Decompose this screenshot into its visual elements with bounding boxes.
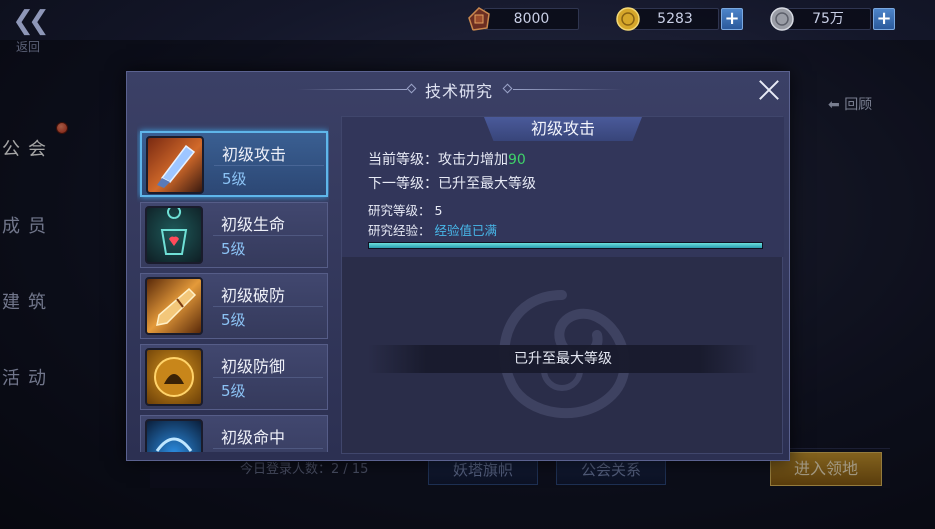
research-progress-fill: [369, 243, 762, 248]
tech-research-dialog: 技术研究 初级攻击 5级 初级生命 5级 初级破防 5级 初级防御 5级 初级命…: [126, 71, 790, 461]
resource-gold-value: 5283: [631, 8, 719, 30]
add-silver-button[interactable]: +: [873, 8, 895, 30]
current-level-value: 90: [508, 152, 526, 168]
resource-silver-value: 75万: [785, 8, 871, 30]
research-item-armor-break[interactable]: 初级破防 5级: [140, 273, 328, 339]
sword-blade-icon: [146, 136, 204, 194]
research-item-name: 初级生命: [221, 215, 286, 234]
target-aim-icon: [145, 419, 203, 452]
add-gold-button[interactable]: +: [721, 8, 743, 30]
research-level-value: 5: [434, 203, 443, 218]
resource-stamina: 8000: [466, 7, 581, 31]
research-item-accuracy[interactable]: 初级命中 5级: [140, 415, 328, 452]
research-item-health[interactable]: 初级生命 5级: [140, 202, 328, 268]
heart-body-icon: [145, 206, 203, 264]
research-item-defense[interactable]: 初级防御 5级: [140, 344, 328, 410]
research-item-level: 5级: [221, 311, 246, 329]
item-divider: [213, 306, 323, 307]
next-level-line: 下一等级：已升至最大等级: [368, 176, 536, 192]
research-item-name: 初级防御: [221, 357, 286, 376]
research-list[interactable]: 初级攻击 5级 初级生命 5级 初级破防 5级 初级防御 5级 初级命中: [137, 118, 329, 452]
research-item-name: 初级破防: [221, 286, 286, 305]
broken-blade-icon: [145, 277, 203, 335]
research-item-level: 5级: [222, 170, 247, 188]
research-item-name: 初级攻击: [222, 145, 287, 164]
research-item-level: 5级: [221, 451, 246, 452]
research-exp-value: 经验值已满: [434, 223, 498, 238]
research-progress-bar: [368, 242, 763, 249]
research-item-level: 5级: [221, 382, 246, 400]
detail-title-tab: 初级攻击: [484, 117, 642, 141]
double-chevron-left-icon: ❮❮: [12, 6, 50, 36]
item-divider: [213, 448, 323, 449]
research-item-name: 初级命中: [221, 428, 286, 447]
resource-gold: 5283 +: [615, 7, 745, 31]
item-divider: [213, 377, 323, 378]
gold-coin-icon: [616, 7, 640, 31]
dialog-title: 技术研究: [424, 82, 493, 101]
max-level-message: 已升至最大等级: [368, 345, 758, 373]
top-bar: ❮❮ 返回 8000 5283 + 75万 +: [0, 0, 935, 54]
research-detail-panel: 初级攻击 当前等级：攻击力增加90 下一等级：已升至最大等级 研究等级： 5 研…: [341, 116, 784, 454]
current-level-label: 当前等级：攻击力增加: [368, 152, 508, 168]
research-level-label: 研究等级：: [368, 203, 431, 218]
title-divider-right: [513, 89, 623, 90]
research-item-level: 5级: [221, 240, 246, 258]
item-divider: [213, 235, 323, 236]
research-item-attack[interactable]: 初级攻击 5级: [140, 131, 328, 197]
research-exp-line: 研究经验： 经验值已满: [368, 220, 497, 239]
research-exp-label: 研究经验：: [368, 223, 431, 238]
silver-coin-icon: [770, 7, 794, 31]
dialog-header: 技术研究: [127, 72, 791, 106]
resource-stamina-value: 8000: [484, 8, 579, 30]
close-icon[interactable]: [755, 76, 783, 104]
resource-silver: 75万 +: [769, 7, 897, 31]
item-divider: [214, 165, 324, 166]
hooded-shield-icon: [145, 348, 203, 406]
research-level-line: 研究等级： 5: [368, 200, 442, 219]
stamina-token-icon: [468, 7, 490, 31]
current-level-line: 当前等级：攻击力增加90: [368, 149, 526, 169]
